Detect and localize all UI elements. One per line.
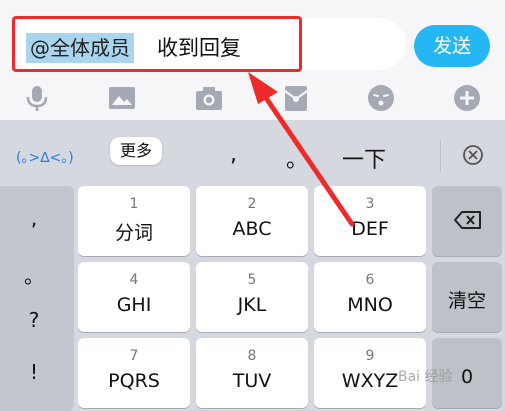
annotation-arrow — [248, 72, 355, 227]
